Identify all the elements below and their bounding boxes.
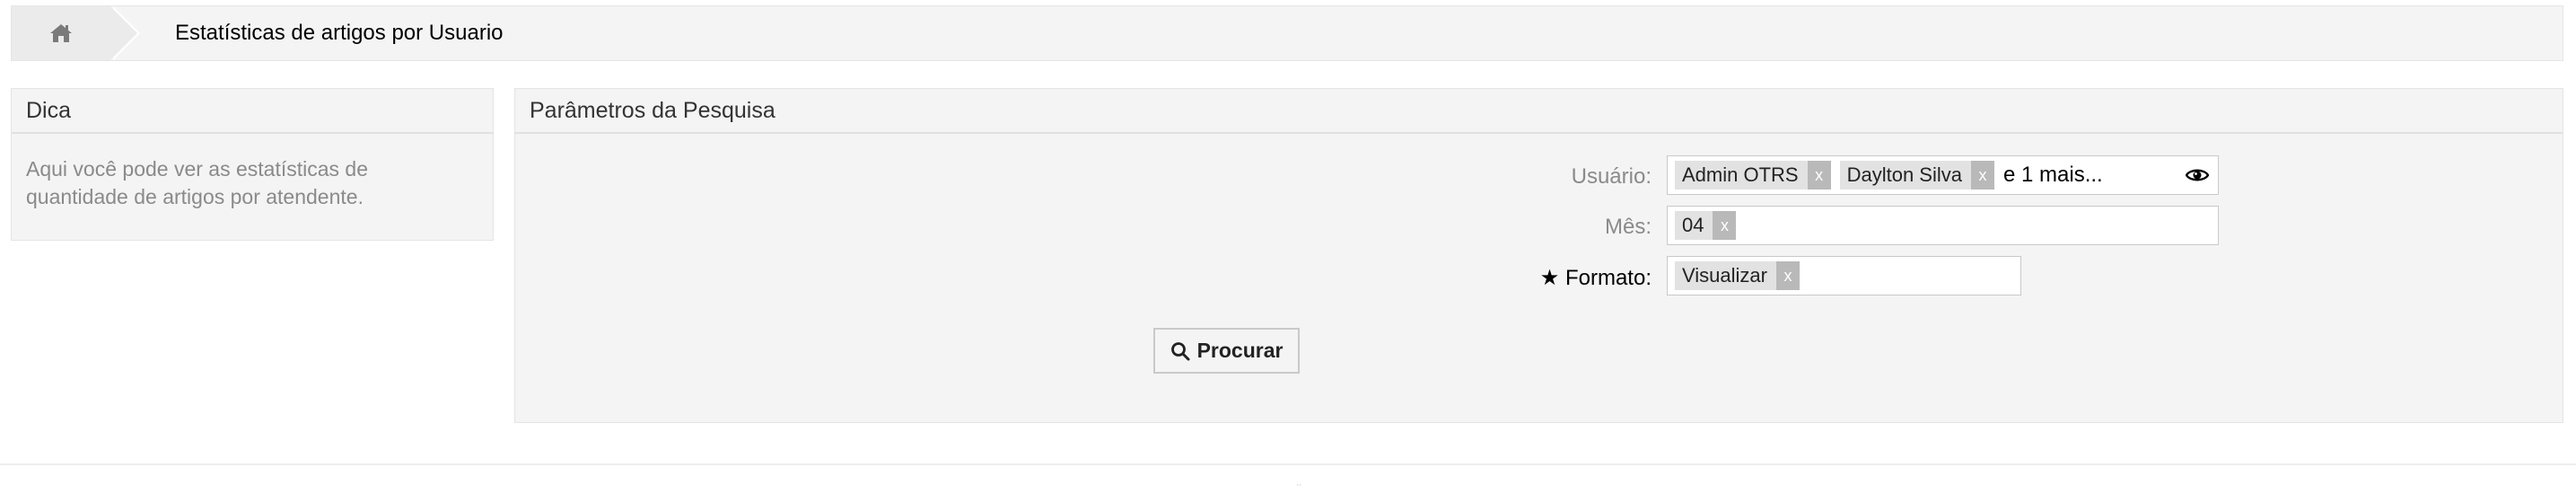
footer-divider [0, 463, 2576, 465]
user-label: Usuário: [1571, 164, 1652, 189]
format-chip-label: Visualizar [1682, 264, 1767, 287]
format-field[interactable]: Visualizar x [1667, 256, 2021, 296]
breadcrumb: Estatísticas de artigos por Usuario [11, 5, 2563, 61]
format-label: ★ Formato: [1539, 265, 1652, 290]
more-users-link[interactable]: e 1 mais... [2003, 163, 2103, 188]
breadcrumb-home[interactable] [12, 6, 140, 60]
format-chip: Visualizar x [1675, 261, 1800, 290]
user-chip-label: Daylton Silva [1846, 163, 1962, 186]
page-title: Estatísticas de artigos por Usuario [175, 21, 504, 45]
search-button-label: Procurar [1196, 339, 1284, 362]
remove-chip-button[interactable]: x [1807, 161, 1831, 190]
remove-chip-button[interactable]: x [1775, 261, 1800, 290]
home-icon [50, 24, 72, 42]
hint-header: Dica [12, 89, 493, 134]
remove-chip-button[interactable]: x [1970, 161, 1994, 190]
user-chip-label: Admin OTRS [1682, 163, 1799, 186]
search-parameters-header: Parâmetros da Pesquisa [515, 89, 2563, 134]
month-chip: 04 x [1675, 211, 1737, 240]
month-label: Mês: [1604, 215, 1652, 239]
month-chip-label: 04 [1682, 214, 1704, 236]
search-parameters-widget: Parâmetros da Pesquisa Usuário: Admin OT… [514, 88, 2563, 423]
search-button[interactable]: Procurar [1153, 328, 1300, 374]
format-label-wrap: ★ Formato: [1292, 258, 1652, 297]
remove-chip-button[interactable]: x [1713, 211, 1737, 240]
hint-text: Aqui você pode ver as estatísticas de qu… [26, 157, 368, 208]
user-chip: Daylton Silva x [1839, 161, 1994, 190]
month-label-wrap: Mês: [1292, 207, 1652, 247]
search-icon [1170, 341, 1190, 360]
user-chip: Admin OTRS x [1675, 161, 1831, 190]
user-field[interactable]: Admin OTRS x Daylton Silva x e 1 mais... [1667, 155, 2219, 195]
user-label-wrap: Usuário: [1292, 157, 1652, 197]
eye-icon[interactable] [2186, 165, 2209, 185]
month-field[interactable]: 04 x [1667, 206, 2219, 245]
footer-mark: ¨ [1297, 481, 1301, 494]
hint-widget: Dica Aqui você pode ver as estatísticas … [11, 88, 494, 241]
